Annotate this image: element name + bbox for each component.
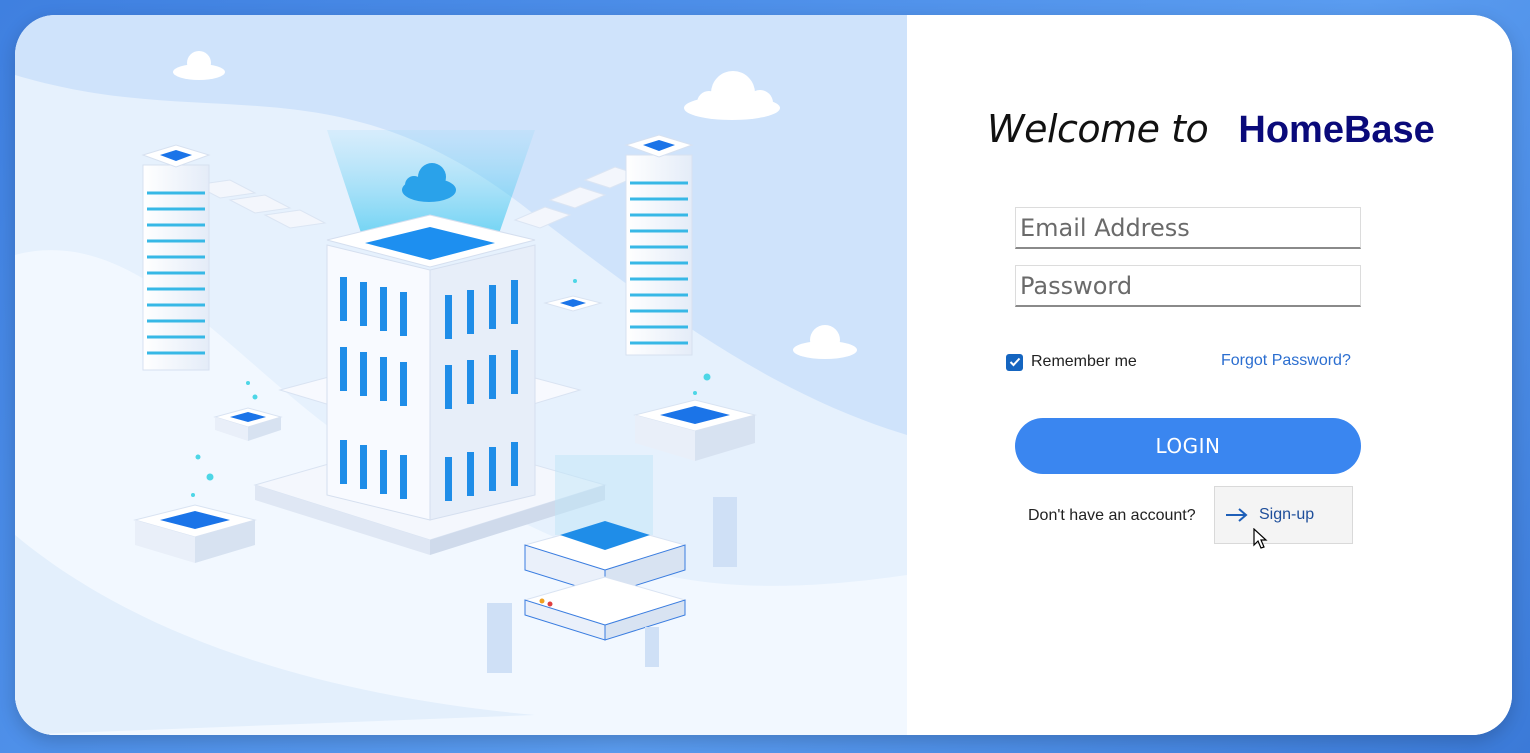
hero-graphic xyxy=(15,51,907,735)
password-input[interactable] xyxy=(1016,266,1360,305)
remember-me[interactable]: Remember me xyxy=(1006,353,1137,371)
app-background: Welcome to HomeBase Remember me Forgot P… xyxy=(0,0,1530,753)
login-panel: Welcome to HomeBase Remember me Forgot P… xyxy=(907,15,1512,735)
login-button[interactable]: LOGIN xyxy=(1015,418,1361,474)
forgot-password-link[interactable]: Forgot Password? xyxy=(1221,352,1351,370)
mouse-pointer-icon xyxy=(1253,528,1268,549)
welcome-heading: Welcome to HomeBase xyxy=(987,107,1435,152)
welcome-lead-text: Welcome to xyxy=(987,107,1209,151)
email-field[interactable] xyxy=(1015,207,1361,249)
check-icon xyxy=(1009,357,1020,367)
no-account-text: Don't have an account? xyxy=(1028,507,1196,524)
remember-checkbox[interactable] xyxy=(1006,353,1023,371)
email-input[interactable] xyxy=(1016,208,1360,247)
signup-button[interactable]: Sign-up xyxy=(1214,486,1353,544)
remember-label: Remember me xyxy=(1031,353,1137,370)
login-window: Welcome to HomeBase Remember me Forgot P… xyxy=(15,15,1512,735)
arrow-right-icon xyxy=(1226,508,1248,522)
brand-name: HomeBase xyxy=(1238,109,1435,151)
password-field[interactable] xyxy=(1015,265,1361,307)
hero-illustration xyxy=(15,15,907,735)
signup-label: Sign-up xyxy=(1259,506,1315,523)
